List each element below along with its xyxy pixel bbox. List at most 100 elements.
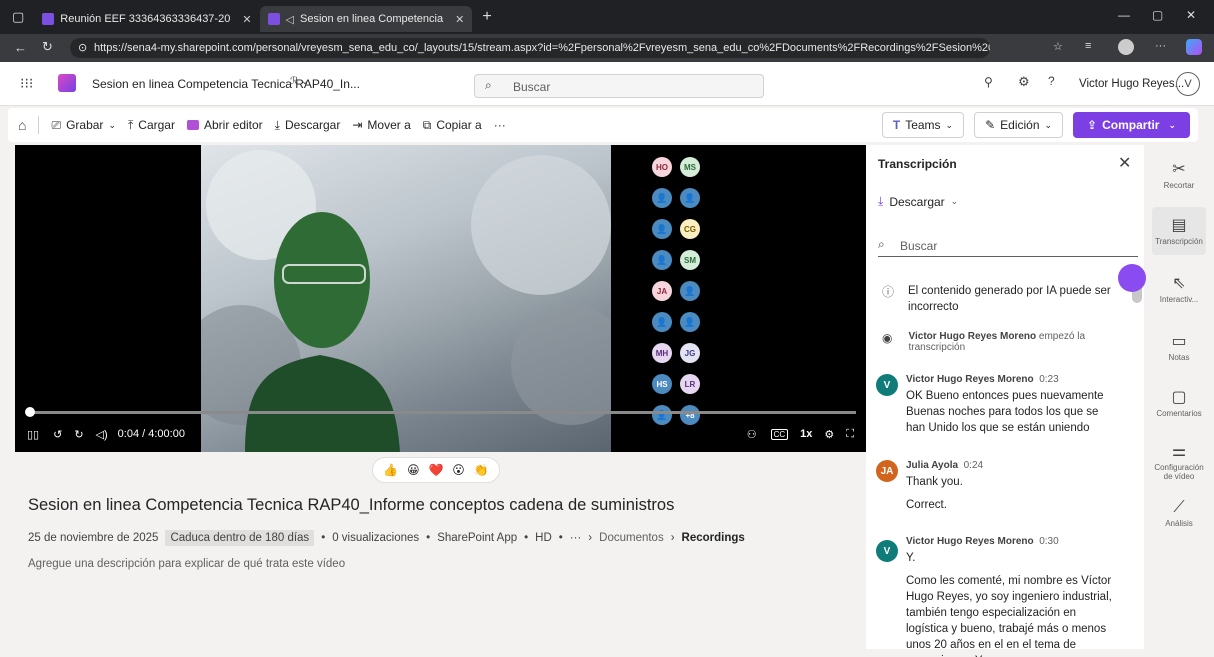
reaction-emoji[interactable]: 👍 [383,463,398,477]
new-tab-icon[interactable]: + [482,8,491,26]
download-button[interactable]: ⤓Descargar [269,118,347,133]
user-name[interactable]: Victor Hugo Reyes... [1079,78,1184,90]
chevron-right-icon: › [671,532,675,544]
close-tab-icon[interactable]: ✕ [242,13,251,26]
teams-button[interactable]: TTeams⌄ [882,112,964,138]
share-button[interactable]: ⇪Compartir⌄ [1073,112,1190,138]
back-icon[interactable]: ← [14,40,27,55]
user-avatar[interactable]: V [1176,72,1200,96]
teams-label: Teams [905,118,940,132]
progress-track[interactable] [30,411,856,414]
scissors-icon: ✂ [1144,159,1214,179]
chevron-down-icon: ⌄ [1045,120,1053,131]
participant-tile: MS [680,157,700,177]
rail-analytics[interactable]: ⟋Análisis [1144,499,1214,528]
transcript-entry[interactable]: JA Julia Ayola 0:24 Thank you. Correct. [876,460,1136,513]
breadcrumb-more[interactable]: ··· [570,532,582,544]
restore-icon[interactable]: ▢ [1152,8,1163,22]
people-icon[interactable]: ⚲ [984,75,993,89]
stream-favicon-icon [42,13,54,25]
video-meta-row: 25 de noviembre de 2025 Caduca dentro de… [28,530,745,546]
breadcrumb-documents[interactable]: Documentos [599,532,664,544]
transcript-entry[interactable]: V Victor Hugo Reyes Moreno 0:23 OK Bueno… [876,374,1136,436]
copy-button[interactable]: ⧉Copiar a [417,118,488,133]
forward-10-icon[interactable]: ↻ [74,428,83,441]
transcript-entry[interactable]: V Victor Hugo Reyes Moreno 0:30 Y. Como … [876,536,1136,657]
record-dot-icon: ◉ [882,331,892,353]
clipchamp-icon [187,120,199,130]
rail-transcript[interactable]: ▤Transcripción [1152,207,1206,255]
share-icon: ⇪ [1087,118,1097,132]
teams-icon: T [893,118,900,132]
close-window-icon[interactable]: ✕ [1186,8,1196,22]
rail-notes[interactable]: ▭Notas [1144,331,1214,362]
rail-trim[interactable]: ✂Recortar [1144,159,1214,190]
close-tab-icon[interactable]: ✕ [455,13,464,26]
more-commands-button[interactable]: ··· [488,118,512,132]
tab-label: Sesion en linea Competencia [300,13,443,25]
reaction-emoji[interactable]: 😀 [407,463,420,477]
participant-tile: MH [652,343,672,363]
rail-comments[interactable]: ▢Comentarios [1144,387,1214,418]
browser-tab-session[interactable]: ◁ Sesion en linea Competencia ✕ [260,6,473,32]
timestamp[interactable]: 0:24 [964,460,983,471]
rail-interactive[interactable]: ⇖Interactiv... [1144,273,1214,304]
open-editor-button[interactable]: Abrir editor [181,118,269,132]
breadcrumb-recordings[interactable]: Recordings [682,532,745,544]
notes-icon: ▭ [1144,331,1214,351]
expiry-badge[interactable]: Caduca dentro de 180 días [165,530,314,546]
participant-tile: JA [652,281,672,301]
captions-button[interactable]: CC [771,429,789,440]
speaker-coach-icon[interactable]: ⚇ [747,428,757,441]
transcript-search[interactable]: ⌕ Buscar [878,233,1138,257]
copy-label: Copiar a [436,118,481,132]
video-player[interactable]: HOMS👤👤👤CG👤SMJA👤👤👤MHJGHSLR👤+8 ▯▯ ↺ ↻ ◁) 0… [15,145,866,452]
reaction-emoji[interactable]: 👏 [474,463,489,477]
profile-icon[interactable] [1118,39,1134,55]
pause-icon[interactable]: ▯▯ [27,428,39,441]
record-button[interactable]: ⎚Grabar⌄ [45,118,122,133]
playback-speed[interactable]: 1x [800,428,812,440]
rewind-10-icon[interactable]: ↺ [53,428,62,441]
collections-icon[interactable]: ≡ [1085,40,1091,52]
menu-icon[interactable]: ··· [1155,40,1166,52]
video-settings-icon: ⚌ [1144,441,1214,461]
reload-icon[interactable]: ↻ [42,39,53,55]
entry-text: Thank you. [906,474,983,490]
window-icon[interactable]: ▢ [12,9,24,25]
app-launcher-icon[interactable]: ⁝⁝⁝ [20,75,33,92]
edit-mode-button[interactable]: ✎Edición⌄ [974,112,1063,138]
close-panel-icon[interactable]: ✕ [1118,153,1131,173]
timestamp[interactable]: 0:30 [1039,536,1058,547]
url-field[interactable]: ⊙ https://sena4-my.sharepoint.com/person… [70,38,990,58]
move-button[interactable]: ⇥Mover a [346,118,416,132]
fullscreen-icon[interactable]: ⛶ [846,428,854,441]
started-text: Victor Hugo Reyes Moreno empezó la trans… [908,331,1122,353]
reaction-emoji[interactable]: ❤️ [429,463,444,477]
copilot-icon[interactable] [1186,39,1202,55]
download-icon: ⤓ [275,118,280,133]
description-field[interactable]: Agregue una descripción para explicar de… [28,558,345,570]
transcript-download-button[interactable]: ⤓ Descargar ⌄ [878,194,958,209]
entry-text: Y. [906,550,1116,566]
upload-button[interactable]: ⤒Cargar [122,118,181,133]
audio-icon[interactable]: ◁ [286,13,294,26]
favorites-icon[interactable]: ☆ [1053,40,1063,53]
timestamp[interactable]: 0:23 [1039,374,1058,385]
minimize-icon[interactable]: — [1118,8,1130,22]
search-box[interactable]: ⌕ Buscar [474,74,764,98]
settings-icon[interactable]: ⚙ [1018,74,1030,90]
home-icon[interactable]: ⌂ [18,117,26,133]
reaction-emoji[interactable]: 😮 [452,463,465,477]
rail-comments-label: Comentarios [1156,409,1201,418]
volume-icon[interactable]: ◁) [96,428,108,441]
sensitivity-chevron-icon[interactable]: ℛ ⌄ [290,76,309,87]
browser-tab-meeting[interactable]: Reunión EEF 33364363336437-20 ✕ [34,6,259,32]
participant-tile: CG [680,219,700,239]
file-title[interactable]: Sesion en linea Competencia Tecnica RAP4… [92,77,360,91]
rail-video-settings[interactable]: ⚌Configuración de vídeo [1144,441,1214,481]
participant-tile: 👤 [652,312,672,332]
progress-thumb[interactable] [25,407,35,417]
player-settings-icon[interactable]: ⚙ [824,428,834,441]
help-icon[interactable]: ? [1048,74,1055,88]
